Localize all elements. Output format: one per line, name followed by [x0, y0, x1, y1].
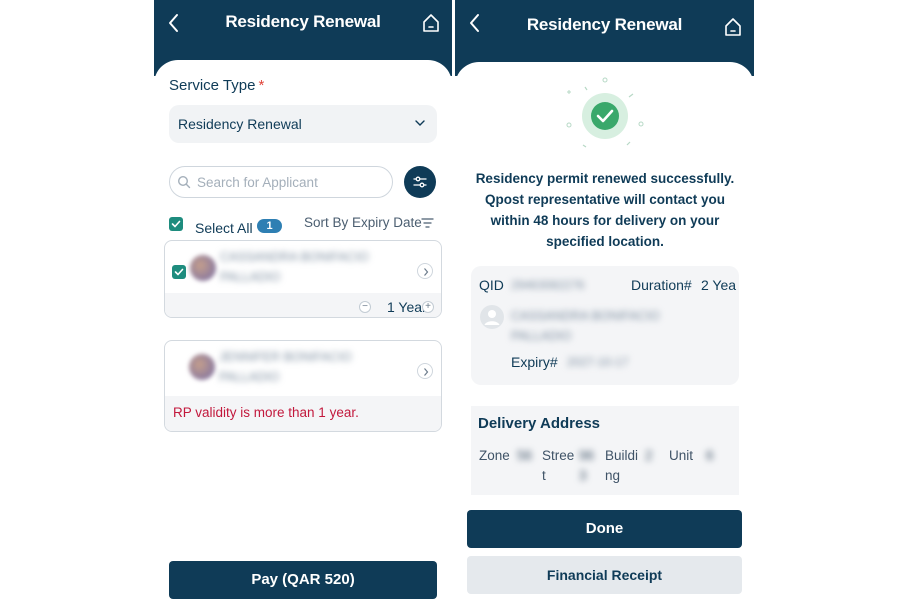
search-placeholder: Search for Applicant: [197, 175, 318, 190]
permit-summary-card: QID 29463082276 Duration# 2 Yea CASSANDR…: [471, 266, 739, 385]
page-title: Residency Renewal: [526, 15, 683, 34]
select-all-checkbox[interactable]: [169, 217, 183, 231]
expiry-value: 2027-10-17: [567, 355, 629, 369]
home-icon[interactable]: [422, 13, 440, 33]
done-button[interactable]: Done: [467, 510, 742, 548]
duration-label: Duration#: [631, 277, 692, 293]
check-icon: [174, 268, 184, 276]
renewal-form-screen: Residency Renewal Service Type * Residenc…: [154, 0, 452, 600]
avatar: [190, 255, 216, 281]
service-type-value: Residency Renewal: [178, 116, 302, 132]
chevron-down-icon: [415, 120, 425, 126]
sort-label[interactable]: Sort By Expiry Date: [304, 215, 422, 230]
required-mark: *: [258, 77, 265, 94]
delivery-address-card: Delivery Address Zone 56 Stree t 96 3 Bu…: [471, 406, 739, 495]
qid-value: 29463082276: [511, 278, 585, 292]
expiry-label: Expiry#: [511, 354, 558, 370]
chevron-right-icon[interactable]: [417, 263, 433, 279]
zone-value: 56: [517, 448, 533, 463]
qid-label: QID: [479, 277, 504, 293]
filter-button[interactable]: [404, 166, 436, 198]
success-message: Residency permit renewed successfully. Q…: [475, 171, 735, 249]
delivery-address-title: Delivery Address: [478, 415, 601, 432]
applicant-name: CASSANDRA BONIFACIO PALLADIO: [220, 250, 369, 284]
check-icon: [171, 220, 181, 228]
increase-duration-button[interactable]: +: [422, 301, 434, 313]
service-type-label: Service Type *: [169, 77, 265, 94]
validity-warning: RP validity is more than 1 year.: [173, 405, 359, 420]
duration-stepper-row: − 1 Year +: [165, 293, 441, 317]
duration-value: 2 Yea: [701, 277, 737, 293]
sort-icon[interactable]: [421, 217, 434, 229]
applicant-name: CASSANDRA BONIFACIO PALLADIO: [511, 309, 660, 343]
unit-label: Unit: [669, 448, 694, 463]
avatar: [480, 305, 504, 329]
warning-row: RP validity is more than 1 year.: [165, 396, 441, 431]
avatar: [189, 354, 215, 380]
search-applicant-input[interactable]: Search for Applicant: [169, 166, 393, 198]
decrease-duration-button[interactable]: −: [359, 301, 371, 313]
building-value: 2: [645, 448, 653, 463]
home-icon[interactable]: [724, 17, 742, 37]
success-check-icon: [566, 77, 644, 148]
building-label: Buildi ng: [605, 448, 639, 483]
page-title: Residency Renewal: [225, 12, 381, 31]
selected-count-badge: 1: [257, 219, 282, 233]
chevron-right-icon[interactable]: [417, 363, 433, 379]
duration-value: 1 Year: [387, 299, 427, 315]
applicant-checkbox[interactable]: [172, 265, 186, 279]
select-all-label[interactable]: Select All: [195, 220, 253, 236]
applicant-card[interactable]: CASSANDRA BONIFACIO PALLADIO − 1 Year +: [164, 240, 442, 318]
financial-receipt-button[interactable]: Financial Receipt: [467, 556, 742, 594]
street-label: Stree t: [542, 448, 575, 483]
renewal-success-screen: Residency Renewal Residency permit renew…: [455, 0, 754, 600]
pay-button[interactable]: Pay (QAR 520): [169, 561, 437, 599]
zone-label: Zone: [479, 448, 510, 463]
applicant-name: JENNIFER BONIFACIO PALLADIO: [219, 350, 352, 384]
unit-value: 6: [706, 448, 714, 463]
applicant-card[interactable]: JENNIFER BONIFACIO PALLADIO RP validity …: [164, 340, 442, 432]
service-type-select[interactable]: Residency Renewal: [169, 105, 437, 143]
street-value: 96 3: [579, 448, 595, 483]
filter-sliders-icon: [413, 176, 427, 188]
search-icon: [177, 175, 191, 189]
user-icon: [484, 310, 500, 325]
